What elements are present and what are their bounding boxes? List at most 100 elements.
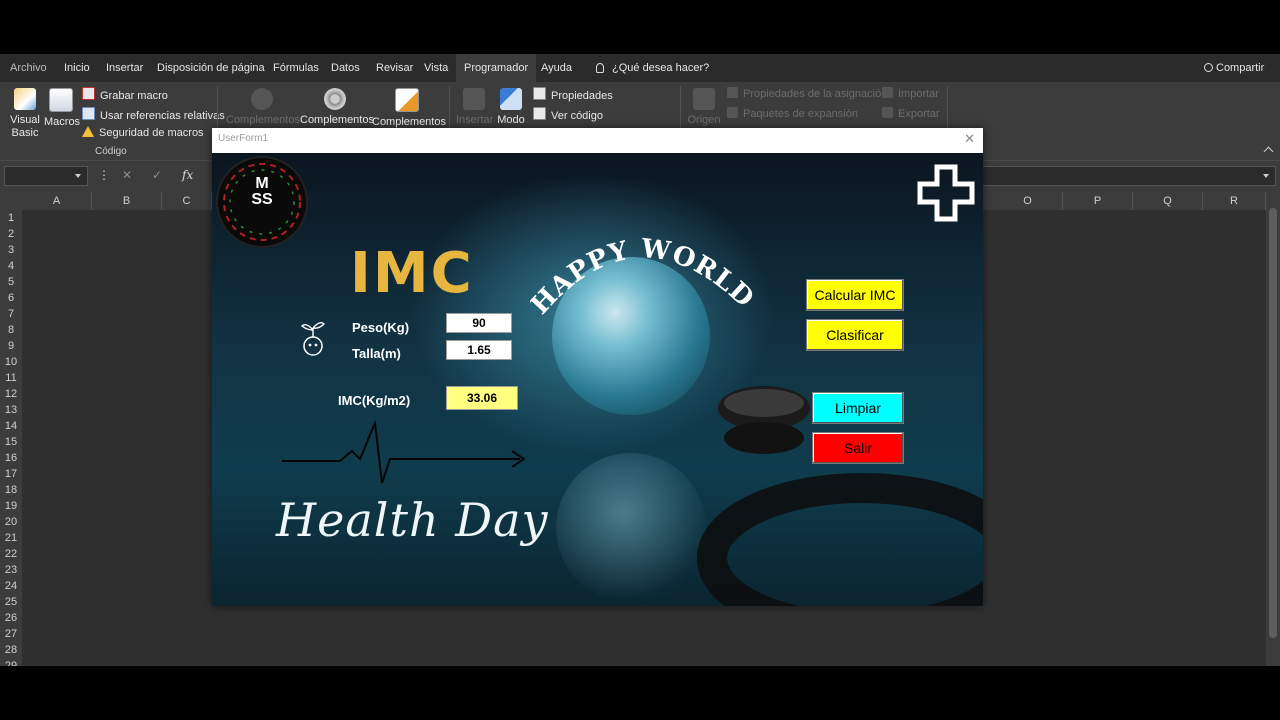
row-header[interactable]: 17 [0,466,22,482]
row-header[interactable]: 15 [0,434,22,450]
tab-disposicion[interactable]: Disposición de página [149,54,273,82]
seguridad-macros-button[interactable]: Seguridad de macros [82,126,204,139]
row-header[interactable]: 25 [0,594,22,610]
visual-basic-button[interactable]: Visual Basic [6,88,44,140]
complementos-disabled-label: Complementos [226,114,300,126]
chevron-down-icon [75,174,81,178]
tab-datos[interactable]: Datos [323,54,368,82]
macros-button[interactable]: Macros [44,88,81,128]
vertical-scrollbar[interactable] [1266,192,1280,666]
gear-icon [324,88,346,110]
row-header[interactable]: 3 [0,242,22,258]
complementos-button-2[interactable]: Complementos [372,88,446,128]
calcular-imc-button[interactable]: Calcular IMC [806,279,904,311]
row-header[interactable]: 10 [0,354,22,370]
modo-diseno-button[interactable]: Modo [494,88,528,126]
expand-formula-icon [1263,174,1269,178]
complementos-disabled-button[interactable]: Complementos [226,88,300,126]
row-header[interactable]: 4 [0,258,22,274]
column-header[interactable]: R [1203,192,1266,210]
tab-vista[interactable]: Vista [416,54,456,82]
row-header[interactable]: 16 [0,450,22,466]
row-header[interactable]: 6 [0,290,22,306]
row-header[interactable]: 20 [0,514,22,530]
origen-button[interactable]: Origen [686,88,722,126]
name-box[interactable] [4,166,88,186]
insertar-control-button[interactable]: Insertar [456,88,494,126]
visual-basic-label: Visual Basic [10,114,40,139]
column-header[interactable]: C [162,192,212,210]
row-header[interactable]: 1 [0,210,22,226]
tab-archivo[interactable]: Archivo [2,54,55,82]
row-header[interactable]: 28 [0,642,22,658]
column-header[interactable]: A [22,192,92,210]
row-header[interactable]: 12 [0,386,22,402]
collapse-ribbon-icon[interactable] [1263,146,1274,157]
ver-codigo-button[interactable]: Ver código [533,107,603,122]
share-button[interactable]: Compartir [1196,54,1272,82]
tab-insertar[interactable]: Insertar [98,54,151,82]
expansion-packs-icon [727,107,738,118]
tab-ayuda[interactable]: Ayuda [533,54,580,82]
tell-me-search[interactable]: ¿Qué desea hacer? [588,54,717,82]
paquetes-expansion-button[interactable]: Paquetes de expansión [727,107,858,120]
cancel-icon[interactable]: ✕ [122,168,132,182]
complementos-button-1[interactable]: Complementos [300,88,374,126]
health-day-script: Health Day [276,493,549,547]
importar-button[interactable]: Importar [882,87,939,100]
design-mode-icon [500,88,522,110]
row-header[interactable]: 14 [0,418,22,434]
limpiar-button[interactable]: Limpiar [812,392,904,424]
tab-revisar[interactable]: Revisar [368,54,421,82]
row-header[interactable]: 26 [0,610,22,626]
row-header[interactable]: 8 [0,322,22,338]
column-header[interactable]: B [92,192,162,210]
row-header[interactable]: 2 [0,226,22,242]
scrollbar-thumb[interactable] [1269,208,1277,638]
enter-icon[interactable]: ✓ [152,168,162,182]
imc-result-field[interactable]: 33.06 [446,386,518,410]
propiedades-asignacion-button[interactable]: Propiedades de la asignación [727,87,887,100]
grabar-macro-button[interactable]: Grabar macro [82,87,168,102]
row-header[interactable]: 5 [0,274,22,290]
row-header[interactable]: 24 [0,578,22,594]
formula-input[interactable] [980,166,1276,186]
row-header[interactable]: 23 [0,562,22,578]
tab-programador[interactable]: Programador [456,54,537,82]
propiedades-button[interactable]: Propiedades [533,87,613,102]
row-header[interactable]: 18 [0,482,22,498]
exportar-button[interactable]: Exportar [882,107,940,120]
talla-input[interactable]: 1.65 [446,340,512,360]
close-icon[interactable]: ✕ [964,131,975,147]
medical-cross-icon [917,164,975,222]
insertar-control-label: Insertar [456,114,494,126]
row-header[interactable]: 21 [0,530,22,546]
more-options-icon[interactable]: ⋮ [98,168,110,182]
importar-label: Importar [898,88,939,100]
tab-formulas[interactable]: Fórmulas [265,54,327,82]
column-header[interactable]: P [1063,192,1133,210]
column-header[interactable]: Q [1133,192,1203,210]
logo-text: M SS [251,175,273,208]
form-background-image: M SS IMC HAPPY WORLD Peso(Kg) 90 Talla(m… [212,153,983,606]
row-header[interactable]: 29 [0,658,22,666]
imc-heading: IMC [350,241,474,306]
tab-inicio[interactable]: Inicio [56,54,98,82]
macros-label: Macros [44,116,81,128]
fx-icon[interactable]: fx [182,168,193,182]
row-header[interactable]: 13 [0,402,22,418]
row-header[interactable]: 27 [0,626,22,642]
column-header[interactable]: O [993,192,1063,210]
row-header[interactable]: 7 [0,306,22,322]
salir-button[interactable]: Salir [812,432,904,464]
addin-icon [251,88,273,110]
row-header[interactable]: 19 [0,498,22,514]
macros-icon [49,88,73,112]
row-header[interactable]: 9 [0,338,22,354]
clasificar-button[interactable]: Clasificar [806,319,904,351]
row-header[interactable]: 11 [0,370,22,386]
peso-input[interactable]: 90 [446,313,512,333]
usar-referencias-button[interactable]: Usar referencias relativas [82,107,225,122]
plant-robot-icon [300,321,325,356]
row-header[interactable]: 22 [0,546,22,562]
